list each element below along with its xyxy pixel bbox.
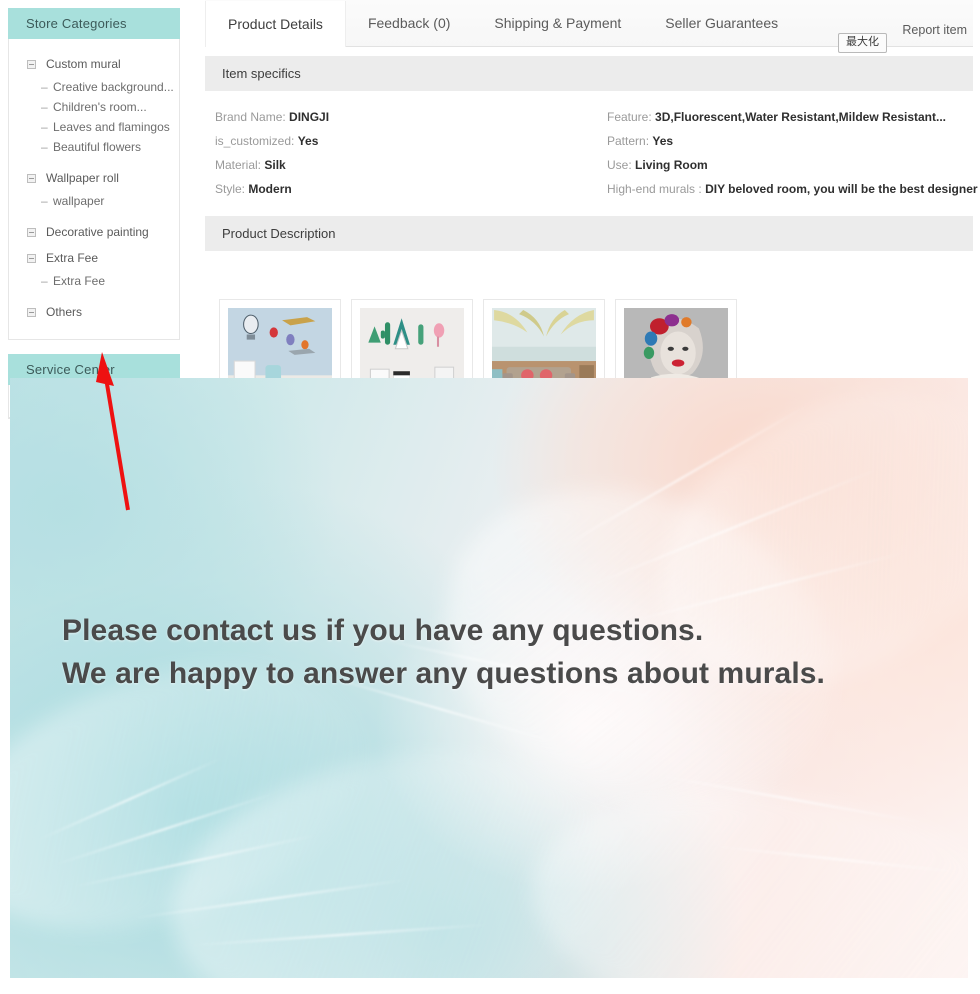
store-categories-panel: Store Categories Custom mural Creative b… (8, 8, 180, 340)
tab-bar: Product Details Feedback (0) Shipping & … (205, 0, 973, 53)
spec-value: 3D,Fluorescent,Water Resistant,Mildew Re… (655, 110, 947, 124)
banner-line-1: Please contact us if you have any questi… (62, 614, 704, 647)
spec-value: DINGJI (289, 110, 330, 124)
spec-key: is_customized: (215, 134, 295, 148)
item-specifics-table: Brand Name: DINGJI is_customized: Yes Ma… (205, 91, 978, 207)
banner-line-2: We are happy to answer any questions abo… (62, 656, 825, 690)
category-label: Extra Fee (46, 251, 99, 265)
collapse-box-icon[interactable] (27, 253, 36, 263)
spec-value: Yes (652, 134, 674, 148)
sidebar-item-decorative-painting[interactable]: Decorative painting (9, 219, 179, 245)
spec-key: Use: (607, 158, 632, 172)
spec-key: Material: (215, 158, 262, 172)
contact-banner: Please contact us if you have any questi… (10, 378, 968, 978)
spec-key: Style: (215, 182, 246, 196)
product-description-header: Product Description (205, 216, 973, 251)
spec-key: Brand Name: (215, 110, 286, 124)
maximize-tooltip: 最大化 (838, 33, 887, 53)
sidebar-item-custom-mural[interactable]: Custom mural (9, 51, 179, 77)
collapse-box-icon[interactable] (27, 59, 36, 69)
subcategory-childrens-room[interactable]: Children's room... (9, 97, 179, 117)
main-content: Product Details Feedback (0) Shipping & … (205, 0, 978, 419)
sidebar-item-wallpaper-roll[interactable]: Wallpaper roll (9, 165, 179, 191)
category-label: Wallpaper roll (46, 171, 119, 185)
spec-brand-name: Brand Name: DINGJI (205, 105, 589, 129)
spec-feature: Feature: 3D,Fluorescent,Water Resistant,… (597, 105, 973, 129)
spec-material: Material: Silk (205, 153, 589, 177)
spec-key: Feature: (607, 110, 652, 124)
collapse-box-icon[interactable] (27, 307, 36, 317)
sidebar-item-extra-fee[interactable]: Extra Fee (9, 245, 179, 271)
tab-shipping-payment[interactable]: Shipping & Payment (472, 0, 643, 46)
category-label: Others (46, 305, 83, 319)
tab-seller-guarantees[interactable]: Seller Guarantees (643, 0, 800, 46)
subcategory-wallpaper[interactable]: wallpaper (9, 191, 179, 211)
spec-use: Use: Living Room (597, 153, 973, 177)
subcategory-creative-background[interactable]: Creative background... (9, 77, 179, 97)
spec-pattern: Pattern: Yes (597, 129, 973, 153)
tab-product-details[interactable]: Product Details (205, 1, 346, 47)
report-item-link[interactable]: Report item (902, 23, 967, 37)
category-list: Custom mural Creative background... Chil… (9, 39, 179, 339)
spec-value: Silk (264, 158, 286, 172)
store-categories-header: Store Categories (8, 8, 180, 39)
spec-style: Style: Modern (205, 177, 589, 201)
subcategory-extra-fee[interactable]: Extra Fee (9, 271, 179, 291)
spec-value: Yes (297, 134, 319, 148)
store-categories-body: Custom mural Creative background... Chil… (8, 39, 180, 340)
specs-column-right: Feature: 3D,Fluorescent,Water Resistant,… (589, 105, 978, 201)
spec-is-customized: is_customized: Yes (205, 129, 589, 153)
spec-value: Living Room (635, 158, 708, 172)
collapse-box-icon[interactable] (27, 173, 36, 183)
subcategory-beautiful-flowers[interactable]: Beautiful flowers (9, 137, 179, 157)
spec-value: Modern (248, 182, 292, 196)
spec-key: High-end murals : (607, 182, 702, 196)
specs-column-left: Brand Name: DINGJI is_customized: Yes Ma… (205, 105, 589, 201)
collapse-box-icon[interactable] (27, 227, 36, 237)
spec-value: DIY beloved room, you will be the best d… (705, 182, 978, 196)
sidebar-item-others[interactable]: Others (9, 299, 179, 325)
banner-headline: Please contact us if you have any questi… (62, 610, 825, 695)
category-label: Decorative painting (46, 225, 149, 239)
spec-high-end-murals: High-end murals : DIY beloved room, you … (597, 177, 978, 201)
tab-feedback[interactable]: Feedback (0) (346, 0, 472, 46)
spec-key: Pattern: (607, 134, 650, 148)
subcategory-leaves-and-flamingos[interactable]: Leaves and flamingos (9, 117, 179, 137)
annotation-arrow-to-contact-now (92, 352, 152, 512)
item-specifics-header: Item specifics (205, 56, 973, 91)
product-page: Store Categories Custom mural Creative b… (0, 0, 980, 994)
category-label: Custom mural (46, 57, 121, 71)
